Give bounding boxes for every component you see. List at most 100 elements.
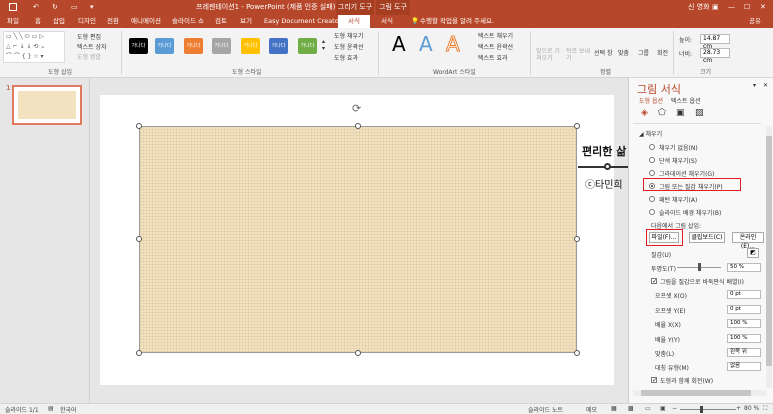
close-icon[interactable]: ✕ (760, 0, 766, 15)
text-outline-button[interactable]: 텍스트 윤곽선 (478, 42, 513, 51)
zoom-slider-thumb[interactable] (700, 406, 703, 413)
zoom-in-icon[interactable]: + (736, 405, 741, 412)
offset-x-input[interactable]: 0 pt (727, 290, 761, 299)
radio-solid-fill[interactable] (649, 157, 655, 163)
comments-button[interactable]: 메모 (586, 405, 597, 414)
edit-shape-button[interactable]: 도형 편집 (77, 32, 101, 41)
resize-handle[interactable] (574, 350, 580, 356)
lightbulb-icon[interactable]: 💡 (411, 15, 419, 28)
online-button[interactable]: 온라인(E)... (732, 232, 764, 250)
tab-easy-document-creator[interactable]: Easy Document Creator (264, 15, 341, 28)
tab-file[interactable]: 파일 (6, 15, 20, 28)
slide-sorter-icon[interactable]: ▩ (628, 405, 634, 412)
tab-home[interactable]: 홈 (33, 15, 43, 28)
shape-outline-button[interactable]: 도형 윤곽선 (334, 42, 364, 51)
tab-text-options[interactable]: 텍스트 옵션 (671, 96, 701, 105)
fit-to-window-icon[interactable]: ⛶ (763, 405, 767, 413)
user-name[interactable]: 신 영화 (688, 0, 710, 15)
zoom-level[interactable]: 80 % (744, 405, 759, 412)
slideshow-start-icon[interactable]: ▭ (71, 0, 78, 15)
wordart-style-3[interactable]: A (446, 32, 461, 57)
slide-thumbnail[interactable] (12, 85, 82, 125)
tab-format-picture[interactable]: 서식 (380, 15, 394, 28)
tab-view[interactable]: 보기 (239, 15, 253, 28)
wordart-style-1[interactable]: A (392, 32, 406, 56)
tab-review[interactable]: 검토 (214, 15, 228, 28)
tab-design[interactable]: 디자인 (76, 15, 98, 28)
shape-style-1[interactable]: 가나다 (129, 38, 148, 54)
textured-rectangle-shape[interactable] (139, 126, 577, 353)
zoom-slider[interactable] (680, 409, 736, 410)
tile-checkbox[interactable]: ✓ (651, 278, 657, 285)
transparency-input[interactable]: 50 % (727, 263, 761, 272)
resize-handle[interactable] (136, 350, 142, 356)
pane-horizontal-scrollbar[interactable] (633, 390, 767, 396)
text-effects-button[interactable]: 텍스트 효과 (478, 53, 508, 62)
text-fill-button[interactable]: 텍스트 채우기 (478, 31, 513, 40)
shape-gallery[interactable]: ▭ ╲ ╲ ⬭ ▭ ▷ △ ⌐ ↓ ↓ ⟲ ⌄ ⌒ ⌒ { } ☆ ▾ (3, 31, 65, 63)
shape-style-4[interactable]: 가나다 (212, 38, 231, 54)
resize-handle[interactable] (136, 123, 142, 129)
resize-handle[interactable] (574, 236, 580, 242)
rotate-button[interactable]: 회전 (657, 48, 668, 57)
rotate-handle[interactable]: ⟳ (352, 102, 361, 115)
quick-access-dropdown-icon[interactable]: ▾ (90, 0, 94, 15)
shape-fill-button[interactable]: 도형 채우기 (334, 31, 364, 40)
resize-handle[interactable] (136, 236, 142, 242)
pane-close-icon[interactable]: ✕ (763, 82, 768, 89)
fill-line-icon[interactable]: ◈ (641, 108, 648, 118)
minimize-icon[interactable]: — (728, 0, 735, 15)
tab-format-drawing[interactable]: 서식 (338, 15, 370, 28)
shape-style-7[interactable]: 가나다 (298, 38, 317, 54)
height-input[interactable]: 14.87 cm (700, 34, 730, 50)
radio-pattern-fill[interactable] (649, 196, 655, 202)
align-button[interactable]: 맞춤 (618, 48, 629, 57)
radio-slide-background-fill[interactable] (649, 209, 655, 215)
shape-style-2[interactable]: 가나다 (155, 38, 174, 54)
language[interactable]: 한국어 (60, 405, 77, 414)
resize-handle[interactable] (355, 350, 361, 356)
pane-vertical-scrollbar[interactable] (766, 126, 772, 388)
texture-picker[interactable]: ◩ (747, 248, 759, 258)
mirror-type-select[interactable]: 없음 (727, 362, 761, 371)
reading-view-icon[interactable]: ▭ (645, 405, 651, 412)
undo-icon[interactable]: ↶ (33, 0, 39, 15)
tab-animations[interactable]: 애니메이션 (130, 15, 162, 28)
redo-icon[interactable]: ↻ (52, 0, 58, 15)
scale-x-input[interactable]: 100 % (727, 319, 761, 328)
tell-me-search[interactable]: 수행할 작업을 알려 주세요. (420, 15, 500, 28)
offset-y-input[interactable]: 0 pt (727, 305, 761, 314)
resize-handle[interactable] (574, 123, 580, 129)
maximize-icon[interactable]: ☐ (744, 0, 750, 15)
tab-slideshow[interactable]: 슬라이드 쇼 (170, 15, 206, 28)
notes-button[interactable]: 슬라이드 노트 (528, 405, 563, 414)
size-properties-icon[interactable]: ▣ (676, 108, 685, 118)
shape-style-5[interactable]: 가나다 (241, 38, 260, 54)
tab-transitions[interactable]: 전환 (106, 15, 120, 28)
save-icon[interactable] (9, 3, 17, 11)
spellcheck-icon[interactable]: ▤ (48, 405, 54, 412)
shape-effects-button[interactable]: 도형 효과 (334, 53, 358, 62)
shape-style-6[interactable]: 가나다 (269, 38, 288, 54)
shape-styles-more-icon[interactable]: ▴ ▾ (322, 38, 325, 52)
scale-y-input[interactable]: 100 % (727, 334, 761, 343)
clipboard-button[interactable]: 클립보드(C) (689, 232, 725, 243)
picture-icon[interactable]: ▨ (695, 108, 704, 118)
share-button[interactable]: 공유 (742, 15, 768, 28)
normal-view-icon[interactable]: ▦ (611, 405, 617, 412)
text-box-button[interactable]: 텍스트 상자 (77, 42, 107, 51)
shape-style-3[interactable]: 가나다 (184, 38, 203, 54)
alignment-select[interactable]: 왼쪽 위 (727, 348, 761, 357)
wordart-style-2[interactable]: A (419, 32, 433, 56)
radio-no-fill[interactable] (649, 144, 655, 150)
rotate-with-shape-checkbox[interactable]: ✓ (651, 377, 657, 384)
width-input[interactable]: 28.73 cm (700, 48, 730, 64)
effects-icon[interactable]: ⬠ (658, 108, 666, 118)
tab-insert[interactable]: 삽입 (52, 15, 66, 28)
section-fill-header[interactable]: ◢ 채우기 (639, 129, 662, 138)
pane-dropdown-icon[interactable]: ▾ (753, 82, 756, 89)
transparency-slider-thumb[interactable] (698, 263, 701, 271)
zoom-out-icon[interactable]: − (672, 405, 677, 412)
resize-handle[interactable] (355, 123, 361, 129)
radio-gradient-fill[interactable] (649, 170, 655, 176)
